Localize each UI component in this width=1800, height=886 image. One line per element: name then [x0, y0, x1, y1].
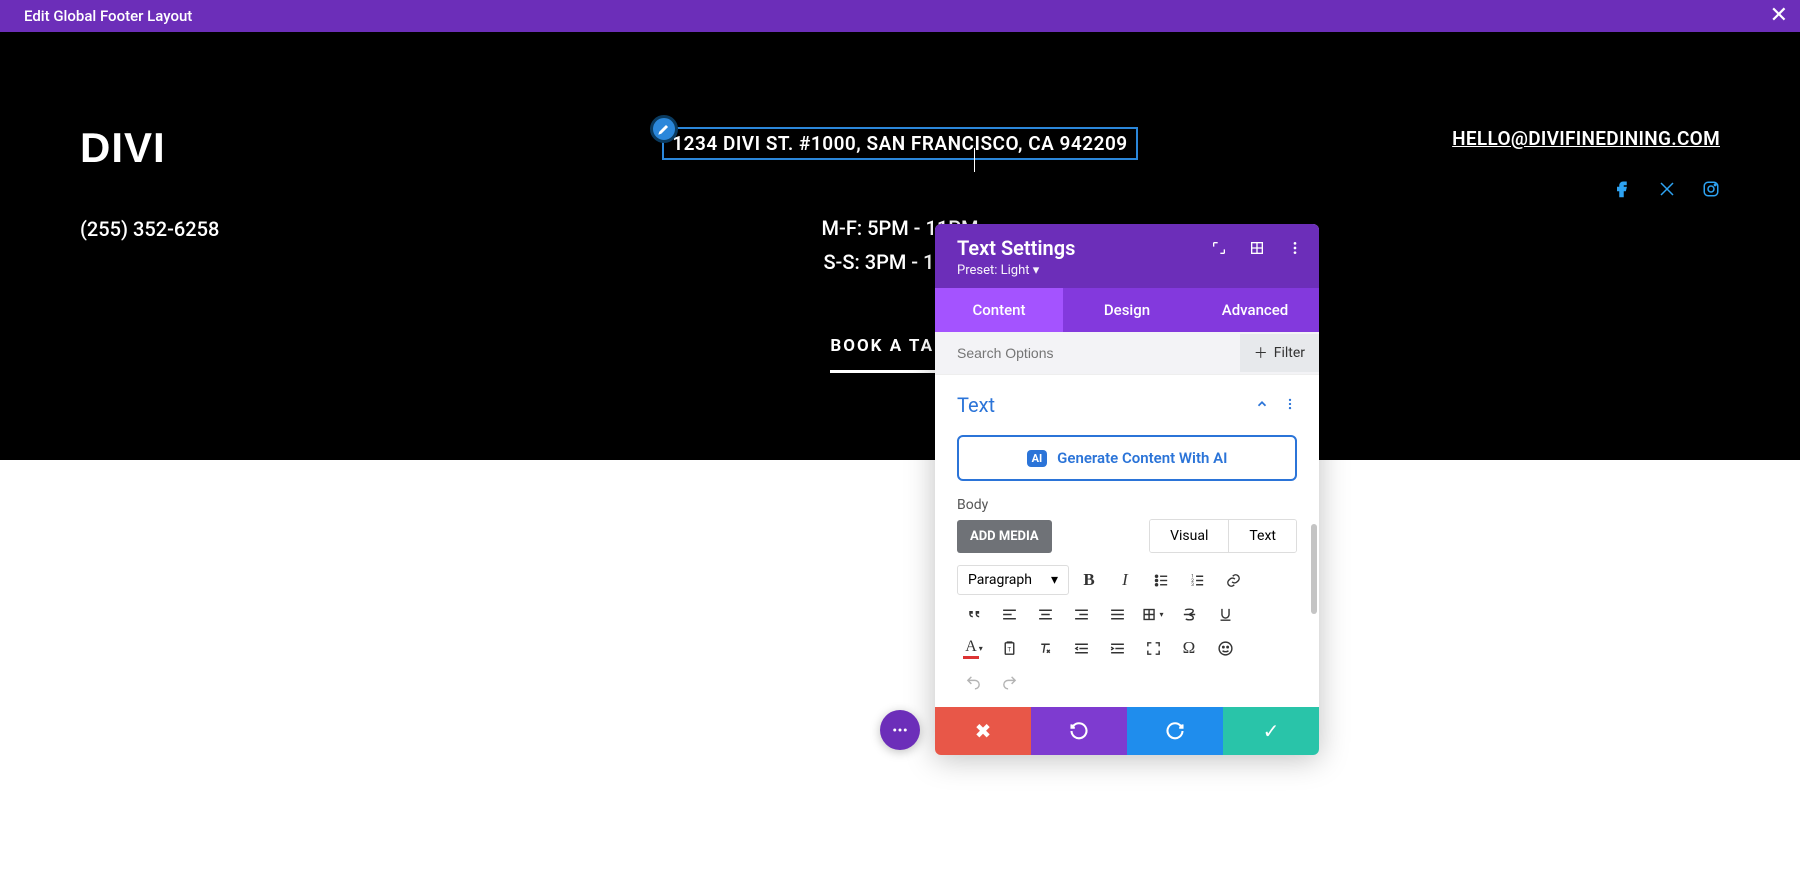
panel-title: Text Settings — [957, 236, 1075, 260]
save-button[interactable]: ✓ — [1223, 707, 1319, 755]
text-section-title: Text — [957, 393, 995, 417]
cancel-button[interactable]: ✖ — [935, 707, 1031, 755]
filter-button[interactable]: ＋ Filter — [1240, 334, 1319, 372]
text-settings-panel[interactable]: Text Settings Preset: Light ▾ Content De… — [935, 224, 1319, 755]
footer-address[interactable]: 1234 DIVI ST. #1000, SAN FRANCISCO, CA 9… — [672, 132, 1127, 155]
emoji-button[interactable] — [1209, 633, 1241, 663]
footer-phone[interactable]: (255) 352-6258 — [80, 217, 430, 241]
social-icons-row — [1370, 180, 1720, 202]
format-paragraph-select[interactable]: Paragraph ▾ — [957, 565, 1069, 595]
undo-editor-button[interactable] — [957, 667, 989, 697]
search-options-row: ＋ Filter — [935, 332, 1319, 375]
editor-mode-tabs: Visual Text — [1149, 519, 1297, 553]
tab-design[interactable]: Design — [1063, 288, 1191, 332]
plus-icon: ＋ — [1254, 343, 1268, 363]
blockquote-button[interactable] — [957, 599, 989, 629]
panel-tabs: Content Design Advanced — [935, 288, 1319, 332]
section-more-icon[interactable] — [1283, 396, 1297, 415]
undo-button[interactable] — [1031, 707, 1127, 755]
table-button[interactable]: ▾ — [1137, 599, 1169, 629]
more-menu-icon[interactable] — [1287, 240, 1303, 260]
footer-col-left: DIVI (255) 352-6258 — [80, 127, 430, 400]
panel-action-bar: ✖ ✓ — [935, 707, 1319, 755]
builder-fab-button[interactable] — [880, 710, 920, 750]
visual-mode-tab[interactable]: Visual — [1150, 520, 1228, 552]
edit-header-title: Edit Global Footer Layout — [24, 7, 192, 25]
body-field-label: Body — [935, 497, 1319, 513]
outdent-button[interactable] — [1065, 633, 1097, 663]
underline-button[interactable] — [1209, 599, 1241, 629]
generate-ai-button[interactable]: AI Generate Content With AI — [957, 435, 1297, 481]
footer-col-right: HELLO@DIVIFINEDINING.COM — [1370, 127, 1720, 400]
snap-grid-icon[interactable] — [1249, 240, 1265, 260]
strikethrough-button[interactable] — [1173, 599, 1205, 629]
align-justify-button[interactable] — [1101, 599, 1133, 629]
bullet-list-button[interactable] — [1145, 565, 1177, 595]
indent-button[interactable] — [1101, 633, 1133, 663]
tab-advanced[interactable]: Advanced — [1191, 288, 1319, 332]
bold-button[interactable]: B — [1073, 565, 1105, 595]
text-mode-tab[interactable]: Text — [1228, 520, 1296, 552]
ai-badge-icon: AI — [1027, 450, 1048, 467]
align-center-button[interactable] — [1029, 599, 1061, 629]
footer-email-link[interactable]: HELLO@DIVIFINEDINING.COM — [1452, 127, 1720, 150]
selected-text-module[interactable]: 1234 DIVI ST. #1000, SAN FRANCISCO, CA 9… — [662, 127, 1137, 160]
x-twitter-icon[interactable] — [1658, 180, 1676, 202]
align-left-button[interactable] — [993, 599, 1025, 629]
tab-content[interactable]: Content — [935, 288, 1063, 332]
redo-button[interactable] — [1127, 707, 1223, 755]
panel-header[interactable]: Text Settings Preset: Light ▾ — [935, 224, 1319, 288]
link-button[interactable] — [1217, 565, 1249, 595]
special-char-button[interactable]: Ω — [1173, 633, 1205, 663]
search-options-input[interactable] — [957, 332, 1240, 374]
svg-text:3: 3 — [1191, 582, 1194, 588]
footer-preview-canvas[interactable]: DIVI (255) 352-6258 1234 DIVI ST. #1000,… — [0, 32, 1800, 460]
site-logo[interactable]: DIVI — [80, 127, 430, 169]
instagram-icon[interactable] — [1702, 180, 1720, 202]
preset-selector[interactable]: Preset: Light ▾ — [957, 263, 1075, 278]
chevron-down-icon: ▾ — [1051, 572, 1058, 588]
align-right-button[interactable] — [1065, 599, 1097, 629]
redo-editor-button[interactable] — [993, 667, 1025, 697]
paste-text-button[interactable]: T — [993, 633, 1025, 663]
clear-formatting-button[interactable] — [1029, 633, 1061, 663]
close-icon[interactable]: ✕ — [1770, 5, 1788, 27]
expand-icon[interactable] — [1211, 240, 1227, 260]
facebook-icon[interactable] — [1614, 180, 1632, 202]
add-media-button[interactable]: ADD MEDIA — [957, 520, 1052, 553]
italic-button[interactable]: I — [1109, 565, 1141, 595]
edit-header-bar[interactable]: Edit Global Footer Layout ✕ — [0, 0, 1800, 32]
svg-text:T: T — [1007, 645, 1011, 653]
text-color-button[interactable]: A▾ — [957, 633, 989, 663]
collapse-icon[interactable] — [1255, 396, 1269, 415]
numbered-list-button[interactable]: 123 — [1181, 565, 1213, 595]
text-section-header[interactable]: Text — [935, 375, 1319, 427]
fullscreen-button[interactable] — [1137, 633, 1169, 663]
rich-text-toolbar: Paragraph ▾ B I 123 ▾ A▾ T Ω — [935, 559, 1319, 707]
